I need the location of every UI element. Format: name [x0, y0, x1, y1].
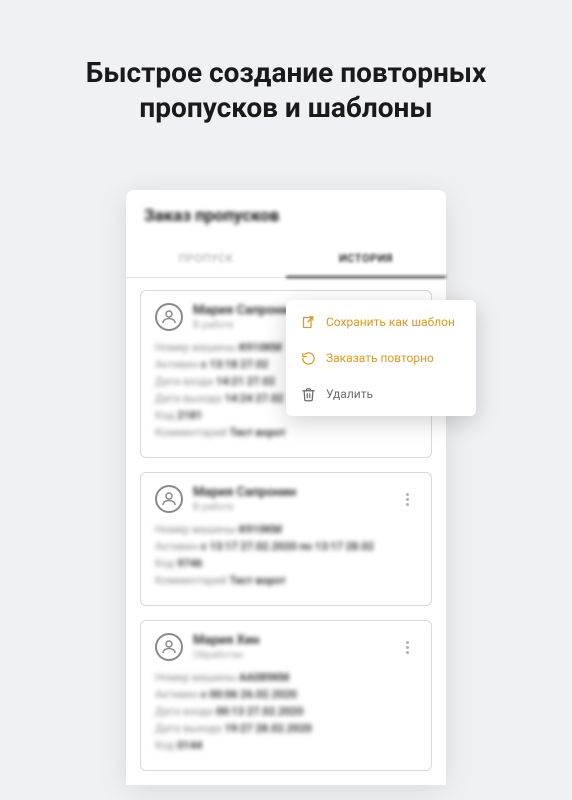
menu-delete[interactable]: Удалить [286, 376, 476, 412]
card-menu-button[interactable] [397, 633, 417, 661]
label: Номер машины [155, 671, 236, 684]
phone-mockup: Заказ пропусков ПРОПУСК ИСТОРИЯ Мария Са… [126, 190, 446, 785]
tab-history[interactable]: ИСТОРИЯ [286, 240, 446, 277]
value: с 00:06 26.02.2020 [201, 688, 297, 701]
menu-label: Удалить [326, 387, 373, 401]
label: Комментарий [155, 426, 227, 439]
label: Активен [155, 688, 198, 701]
card-name: Мария Хин [193, 633, 387, 648]
pass-card: Мария Сапронин В работе Номер машины К91… [140, 472, 432, 606]
kebab-icon [406, 641, 409, 654]
value: 0144 [177, 739, 202, 752]
value: 2181 [177, 409, 202, 422]
value: 14:24 27.02 [225, 392, 284, 405]
value: Тест ворот [230, 574, 286, 587]
card-status: Обработан [193, 650, 387, 661]
label: Номер машины [155, 341, 236, 354]
avatar-icon [155, 303, 183, 331]
card-name: Мария Сапронин [193, 485, 387, 500]
pass-card: Мария Хин Обработан Номер машины АА089КМ… [140, 620, 432, 771]
value: 14:21 27.02 [216, 375, 275, 388]
menu-save-template[interactable]: Сохранить как шаблон [286, 304, 476, 340]
menu-reorder[interactable]: Заказать повторно [286, 340, 476, 376]
value: К910КМ [239, 523, 282, 536]
label: Дата входа [155, 375, 213, 388]
hero-title: Быстрое создание повторных пропусков и ш… [0, 0, 572, 125]
label: Дата выхода [155, 392, 222, 405]
card-status: В работе [193, 502, 387, 513]
label: Дата выхода [155, 722, 222, 735]
trash-icon [300, 386, 316, 402]
card-menu-button[interactable] [397, 485, 417, 513]
tabs: ПРОПУСК ИСТОРИЯ [126, 240, 446, 278]
value: К910КМ [239, 341, 282, 354]
label: Дата входа [155, 705, 213, 718]
menu-label: Заказать повторно [326, 351, 434, 365]
label: Активен [155, 540, 198, 553]
value: 9746 [177, 557, 202, 570]
value: Тест ворот [230, 426, 286, 439]
refresh-icon [300, 350, 316, 366]
value: АА089КМ [239, 671, 289, 684]
save-template-icon [300, 314, 316, 330]
context-menu: Сохранить как шаблон Заказать повторно У… [286, 300, 476, 416]
label: Код [155, 409, 174, 422]
label: Код [155, 739, 174, 752]
value: с 13:17 27.02.2020 по 13:17 28.02 [201, 540, 374, 553]
value: 19:27 28.02.2020 [225, 722, 312, 735]
value: 00:13 27.02.2020 [216, 705, 303, 718]
tab-passes[interactable]: ПРОПУСК [126, 240, 286, 277]
screen-title: Заказ пропусков [126, 190, 446, 240]
avatar-icon [155, 633, 183, 661]
menu-label: Сохранить как шаблон [326, 315, 455, 329]
label: Активен [155, 358, 198, 371]
label: Комментарий [155, 574, 227, 587]
value: с 13:18 27.02 [201, 358, 269, 371]
kebab-icon [406, 493, 409, 506]
label: Код [155, 557, 174, 570]
avatar-icon [155, 485, 183, 513]
label: Номер машины [155, 523, 236, 536]
